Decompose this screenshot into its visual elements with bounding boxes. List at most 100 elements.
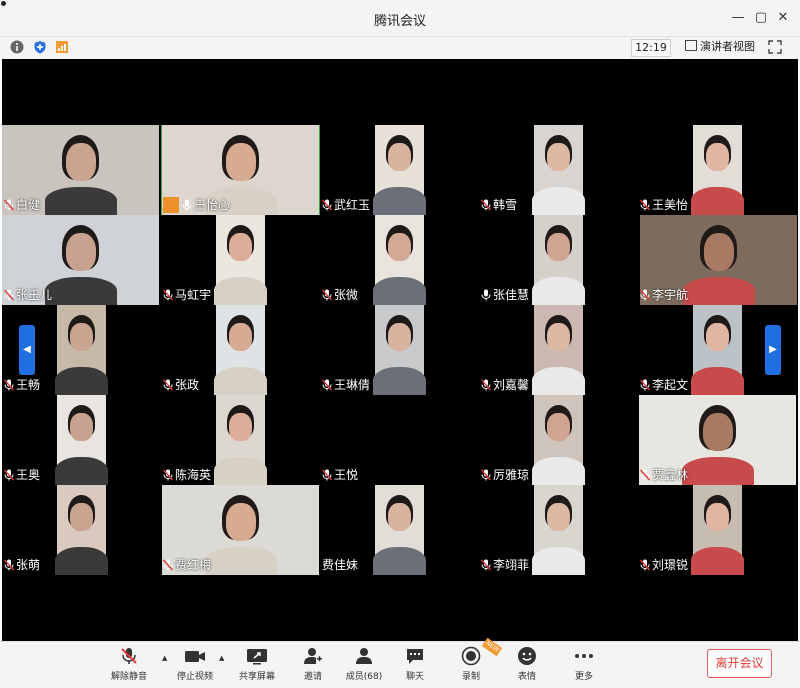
- participant-tile[interactable]: 王悦: [320, 395, 479, 485]
- meeting-clock: 12:19: [631, 39, 671, 57]
- person-body: [681, 457, 754, 485]
- participant-tile[interactable]: 韩雪: [479, 125, 638, 215]
- participant-tile[interactable]: 张玉儿: [2, 215, 161, 305]
- participant-tile[interactable]: 王怡心: [161, 125, 320, 215]
- participant-name: 费佳妹: [322, 556, 358, 573]
- mic-muted-icon: [163, 289, 173, 300]
- participant-tile[interactable]: 马虹宇: [161, 215, 320, 305]
- close-icon[interactable]: ✕: [774, 9, 792, 27]
- person-body: [373, 367, 426, 395]
- reactions-button[interactable]: 表情: [499, 646, 555, 682]
- signal-icon[interactable]: [55, 40, 69, 54]
- participant-tile[interactable]: 费佳妹: [320, 485, 479, 575]
- more-button[interactable]: 更多: [556, 646, 612, 682]
- mic-muted-icon: [4, 289, 14, 300]
- meeting-toolbar: 12:19 演讲者视图: [0, 36, 800, 59]
- share-screen-label: 共享屏幕: [238, 672, 275, 682]
- participant-tile[interactable]: 费红梅: [161, 485, 320, 575]
- mic-muted-icon: [4, 199, 14, 210]
- invite-label: 邀请: [303, 672, 322, 682]
- person-face: [547, 323, 570, 351]
- person-face: [225, 143, 256, 181]
- mic-muted-icon: [163, 379, 173, 390]
- person-face: [65, 143, 96, 181]
- members-icon: [356, 648, 372, 664]
- members-label: 成员(68): [345, 672, 383, 682]
- participant-tile[interactable]: 刘璟锐: [638, 485, 797, 575]
- participant-name: 厉雅琼: [481, 466, 529, 483]
- person-face: [229, 323, 252, 351]
- person-face: [706, 323, 729, 351]
- person-face: [703, 233, 734, 271]
- participant-tile[interactable]: 陈海英: [161, 395, 320, 485]
- participant-tile[interactable]: 张微: [320, 215, 479, 305]
- mic-muted-icon: [640, 289, 650, 300]
- participant-name: 张萌: [4, 556, 40, 573]
- leave-meeting-button[interactable]: 离开会议: [707, 649, 772, 678]
- mic-muted-icon: [481, 469, 491, 480]
- mic-muted-icon: [481, 199, 491, 210]
- participant-tile[interactable]: 贾鑫林: [638, 395, 797, 485]
- host-icon: [163, 196, 179, 213]
- speaker-view-label: 演讲者视图: [700, 40, 755, 53]
- chat-button[interactable]: 聊天: [387, 646, 443, 682]
- video-options-caret-icon[interactable]: ▲: [219, 654, 224, 662]
- participant-name-label: 刘璟锐: [652, 558, 689, 572]
- participant-tile[interactable]: 张佳慧: [479, 215, 638, 305]
- participant-tile[interactable]: 王美怡: [638, 125, 797, 215]
- prev-page-button[interactable]: ◀: [19, 325, 35, 375]
- video-grid: 刘璟锐 李翊菲 费佳妹 费红梅 张萌 贾鑫林 厉雅琼 王悦 陈海英 王奥 李起文 刘嘉馨 王琳倩 张政 王畅…: [2, 59, 798, 641]
- participant-video: [691, 485, 744, 575]
- maximize-icon[interactable]: ▢: [752, 9, 770, 27]
- person-face: [388, 323, 411, 351]
- unmute-button[interactable]: 解除静音: [101, 646, 157, 682]
- participant-video: [214, 215, 267, 305]
- mic-muted-icon: [4, 559, 14, 570]
- participant-tile[interactable]: 白健: [2, 125, 161, 215]
- shield-icon[interactable]: [33, 40, 47, 54]
- mic-muted-icon: [481, 559, 491, 570]
- fullscreen-icon[interactable]: [768, 40, 782, 54]
- participant-name-label: 王怡心: [194, 198, 231, 212]
- participant-name: 张政: [163, 376, 199, 393]
- participant-video: [532, 215, 585, 305]
- person-face: [706, 503, 729, 531]
- participant-tile[interactable]: 王琳倩: [320, 305, 479, 395]
- participant-name: 王怡心: [163, 196, 230, 213]
- person-body: [682, 277, 755, 305]
- participant-tile[interactable]: 张萌: [2, 485, 161, 575]
- members-button[interactable]: 成员(68): [336, 646, 392, 682]
- info-icon[interactable]: [10, 40, 24, 54]
- participant-video: [55, 485, 108, 575]
- person-body: [691, 367, 744, 395]
- participant-tile[interactable]: 张政: [161, 305, 320, 395]
- minimize-icon[interactable]: —: [729, 9, 747, 27]
- participant-tile[interactable]: 李宇航: [638, 215, 797, 305]
- participant-name: 刘嘉馨: [481, 376, 529, 393]
- add-user-icon: [304, 648, 322, 664]
- stop-video-button[interactable]: 停止视频: [167, 646, 223, 682]
- participant-tile[interactable]: 厉雅琼: [479, 395, 638, 485]
- emoji-icon: [518, 647, 536, 665]
- participant-name: 王悦: [322, 466, 358, 483]
- participant-name: 韩雪: [481, 196, 517, 213]
- person-body: [214, 367, 267, 395]
- speaker-view-button[interactable]: 演讲者视图: [685, 39, 755, 55]
- next-page-button[interactable]: ▶: [765, 325, 781, 375]
- participant-tile[interactable]: 王奥: [2, 395, 161, 485]
- invite-button[interactable]: 邀请: [285, 646, 341, 682]
- participant-tile[interactable]: 李翊菲: [479, 485, 638, 575]
- person-body: [532, 367, 585, 395]
- mic-muted-icon: [640, 559, 650, 570]
- participant-video: [532, 125, 585, 215]
- participant-tile[interactable]: 武红玉: [320, 125, 479, 215]
- person-body: [691, 547, 744, 575]
- person-face: [229, 413, 252, 441]
- share-screen-button[interactable]: 共享屏幕: [229, 646, 285, 682]
- participant-name-label: 张政: [175, 378, 200, 392]
- participant-tile[interactable]: 刘嘉馨: [479, 305, 638, 395]
- chat-icon: [407, 649, 423, 664]
- mic-muted-icon: [163, 469, 173, 480]
- participant-name-label: 王悦: [334, 468, 359, 482]
- person-body: [532, 277, 585, 305]
